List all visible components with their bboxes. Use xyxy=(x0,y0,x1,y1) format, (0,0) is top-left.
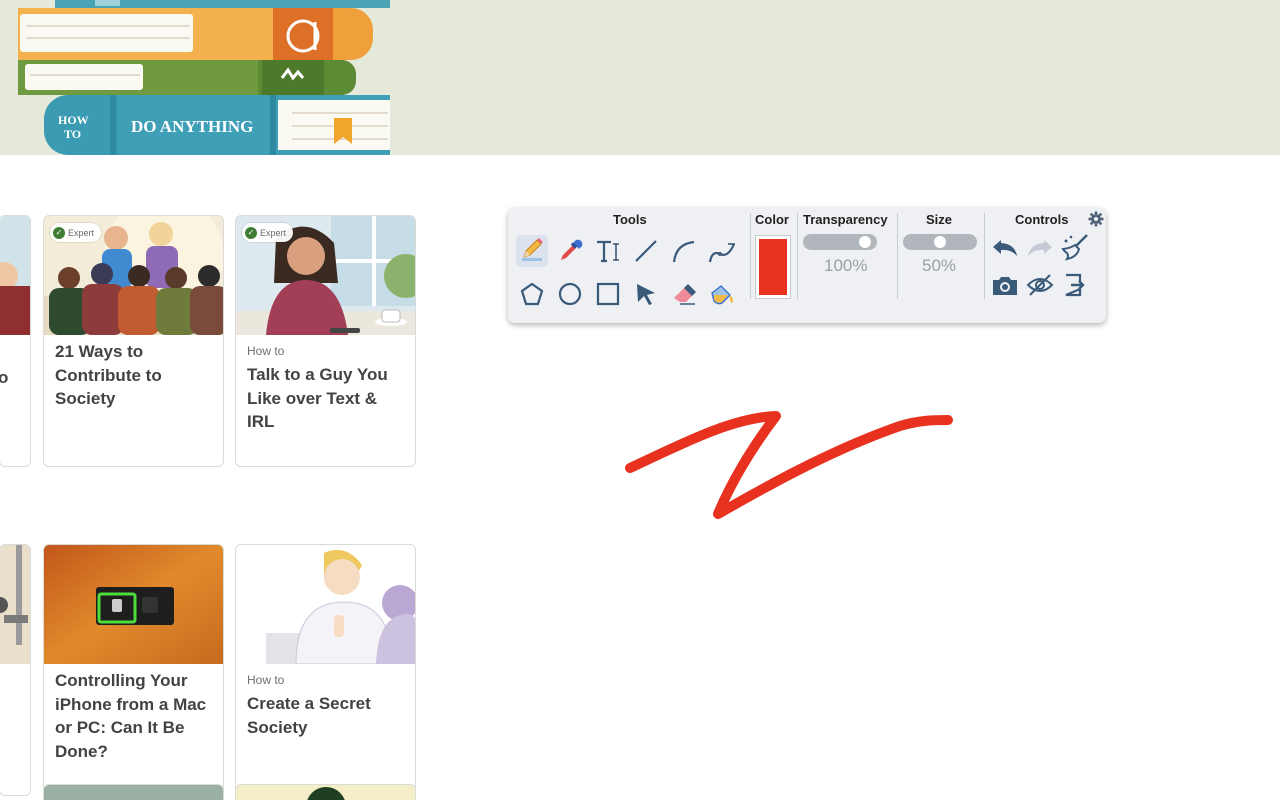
circle-icon[interactable] xyxy=(554,278,586,310)
tools-heading: Tools xyxy=(613,212,647,227)
size-heading: Size xyxy=(926,212,953,227)
drawing-toolbar: Tools Color Transparency Size Controls 1… xyxy=(508,208,1106,323)
exit-icon[interactable] xyxy=(1059,269,1091,301)
arc-icon[interactable] xyxy=(668,235,700,267)
undo-icon[interactable] xyxy=(989,231,1021,263)
color-swatch[interactable] xyxy=(756,236,790,298)
pointer-icon[interactable] xyxy=(630,278,662,310)
separator xyxy=(984,213,985,299)
curve-icon[interactable] xyxy=(706,235,738,267)
hide-icon[interactable] xyxy=(1024,269,1056,301)
redo-icon[interactable] xyxy=(1024,231,1056,263)
line-icon[interactable] xyxy=(630,235,662,267)
rectangle-icon[interactable] xyxy=(592,278,624,310)
separator xyxy=(897,213,898,299)
fill-bucket-icon[interactable] xyxy=(706,278,738,310)
freehand-drawing xyxy=(625,411,953,519)
clear-icon[interactable] xyxy=(1059,231,1091,263)
camera-icon[interactable] xyxy=(989,269,1021,301)
polygon-icon[interactable] xyxy=(516,278,548,310)
transparency-slider-knob[interactable] xyxy=(859,236,871,248)
size-value: 50% xyxy=(922,256,957,275)
eyedropper-icon[interactable] xyxy=(554,235,586,267)
separator xyxy=(750,213,751,299)
page: HOW TO DO ANYTHING o xyxy=(0,0,1280,800)
transparency-value: 100% xyxy=(824,256,868,275)
pencil-icon[interactable] xyxy=(516,235,548,267)
eraser-icon[interactable] xyxy=(668,278,700,310)
controls-heading: Controls xyxy=(1015,212,1069,227)
transparency-heading: Transparency xyxy=(803,212,888,227)
size-slider-knob[interactable] xyxy=(934,236,946,248)
separator xyxy=(797,213,798,299)
color-heading: Color xyxy=(755,212,789,227)
size-slider[interactable] xyxy=(903,234,977,250)
transparency-slider[interactable] xyxy=(803,234,877,250)
gear-icon[interactable] xyxy=(1086,209,1106,229)
text-icon[interactable] xyxy=(592,235,624,267)
